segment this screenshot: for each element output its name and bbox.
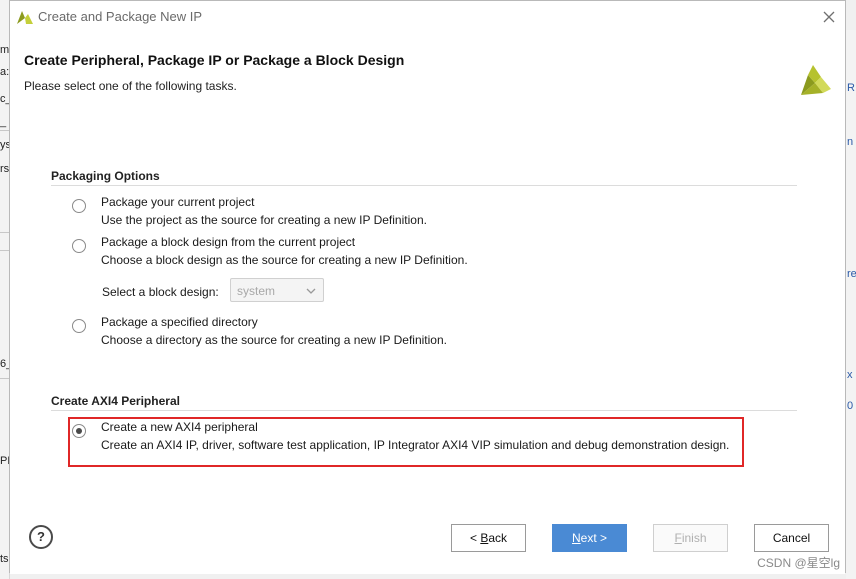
bg-divider xyxy=(0,130,9,131)
option-description: Choose a block design as the source for … xyxy=(101,253,468,267)
bg-text: x xyxy=(847,369,853,381)
page-title: Create Peripheral, Package IP or Package… xyxy=(24,52,405,68)
radio-package-block-design[interactable] xyxy=(72,239,86,253)
finish-button-label: inish xyxy=(681,531,707,545)
bg-divider xyxy=(0,250,9,251)
option-package-block-design[interactable]: Package a block design from the current … xyxy=(101,235,355,249)
wizard-header: Create Peripheral, Package IP or Package… xyxy=(10,33,845,112)
close-icon xyxy=(823,11,835,23)
wizard-content: Packaging Options Package your current p… xyxy=(10,112,845,502)
vivado-brand-logo-icon xyxy=(801,65,831,95)
background-app-right: R n re x 0 xyxy=(846,30,856,579)
block-design-select-value: system xyxy=(237,284,276,298)
close-button[interactable] xyxy=(819,7,839,27)
cancel-button[interactable]: Cancel xyxy=(754,524,829,552)
section-divider xyxy=(51,410,797,411)
section-divider xyxy=(51,185,797,186)
option-description: Use the project as the source for creati… xyxy=(101,213,427,227)
packaging-options-label: Packaging Options xyxy=(51,169,160,183)
vivado-logo-icon xyxy=(17,11,33,24)
bg-text: R xyxy=(847,82,855,94)
next-button-label: ext > xyxy=(580,531,608,545)
option-package-directory[interactable]: Package a specified directory xyxy=(101,315,258,329)
radio-create-axi4-peripheral[interactable] xyxy=(72,424,86,438)
back-button-label: ack xyxy=(488,531,508,545)
bg-text: m xyxy=(0,44,10,56)
next-button[interactable]: Next > xyxy=(552,524,627,552)
finish-button[interactable]: Finish xyxy=(653,524,728,552)
bg-text: _ xyxy=(0,116,7,128)
option-description: Create an AXI4 IP, driver, software test… xyxy=(101,438,730,452)
radio-package-directory[interactable] xyxy=(72,319,86,333)
watermark: CSDN @星空lg xyxy=(757,556,840,570)
block-design-select[interactable]: system xyxy=(230,278,324,302)
page-subtitle: Please select one of the following tasks… xyxy=(24,79,237,93)
back-button[interactable]: < Back xyxy=(451,524,526,552)
back-button-label: < xyxy=(469,531,481,545)
block-design-select-label: Select a block design: xyxy=(102,285,219,299)
create-package-ip-dialog: Create and Package New IP Create Periphe… xyxy=(9,0,846,574)
bg-text: rs xyxy=(0,163,10,175)
bg-divider xyxy=(0,378,9,379)
create-axi4-peripheral-label: Create AXI4 Peripheral xyxy=(51,394,180,408)
option-package-current-project[interactable]: Package your current project xyxy=(101,195,254,209)
bg-text: a: xyxy=(0,66,10,78)
bg-text: n xyxy=(847,136,854,148)
help-button[interactable]: ? xyxy=(29,525,53,549)
radio-package-current-project[interactable] xyxy=(72,199,86,213)
chevron-down-icon xyxy=(306,288,316,294)
bg-text: 0 xyxy=(847,400,854,412)
bg-text: re xyxy=(847,268,856,280)
option-create-axi4-peripheral[interactable]: Create a new AXI4 peripheral xyxy=(101,420,258,434)
option-description: Choose a directory as the source for cre… xyxy=(101,333,447,347)
finish-mnemonic: F xyxy=(674,531,682,545)
window-title: Create and Package New IP xyxy=(38,9,203,24)
title-bar: Create and Package New IP xyxy=(10,1,845,33)
wizard-footer: ? < Back Next > Finish Cancel xyxy=(10,502,845,574)
bg-divider xyxy=(0,232,9,233)
next-mnemonic: N xyxy=(571,531,581,545)
bg-text: ts xyxy=(0,553,9,565)
